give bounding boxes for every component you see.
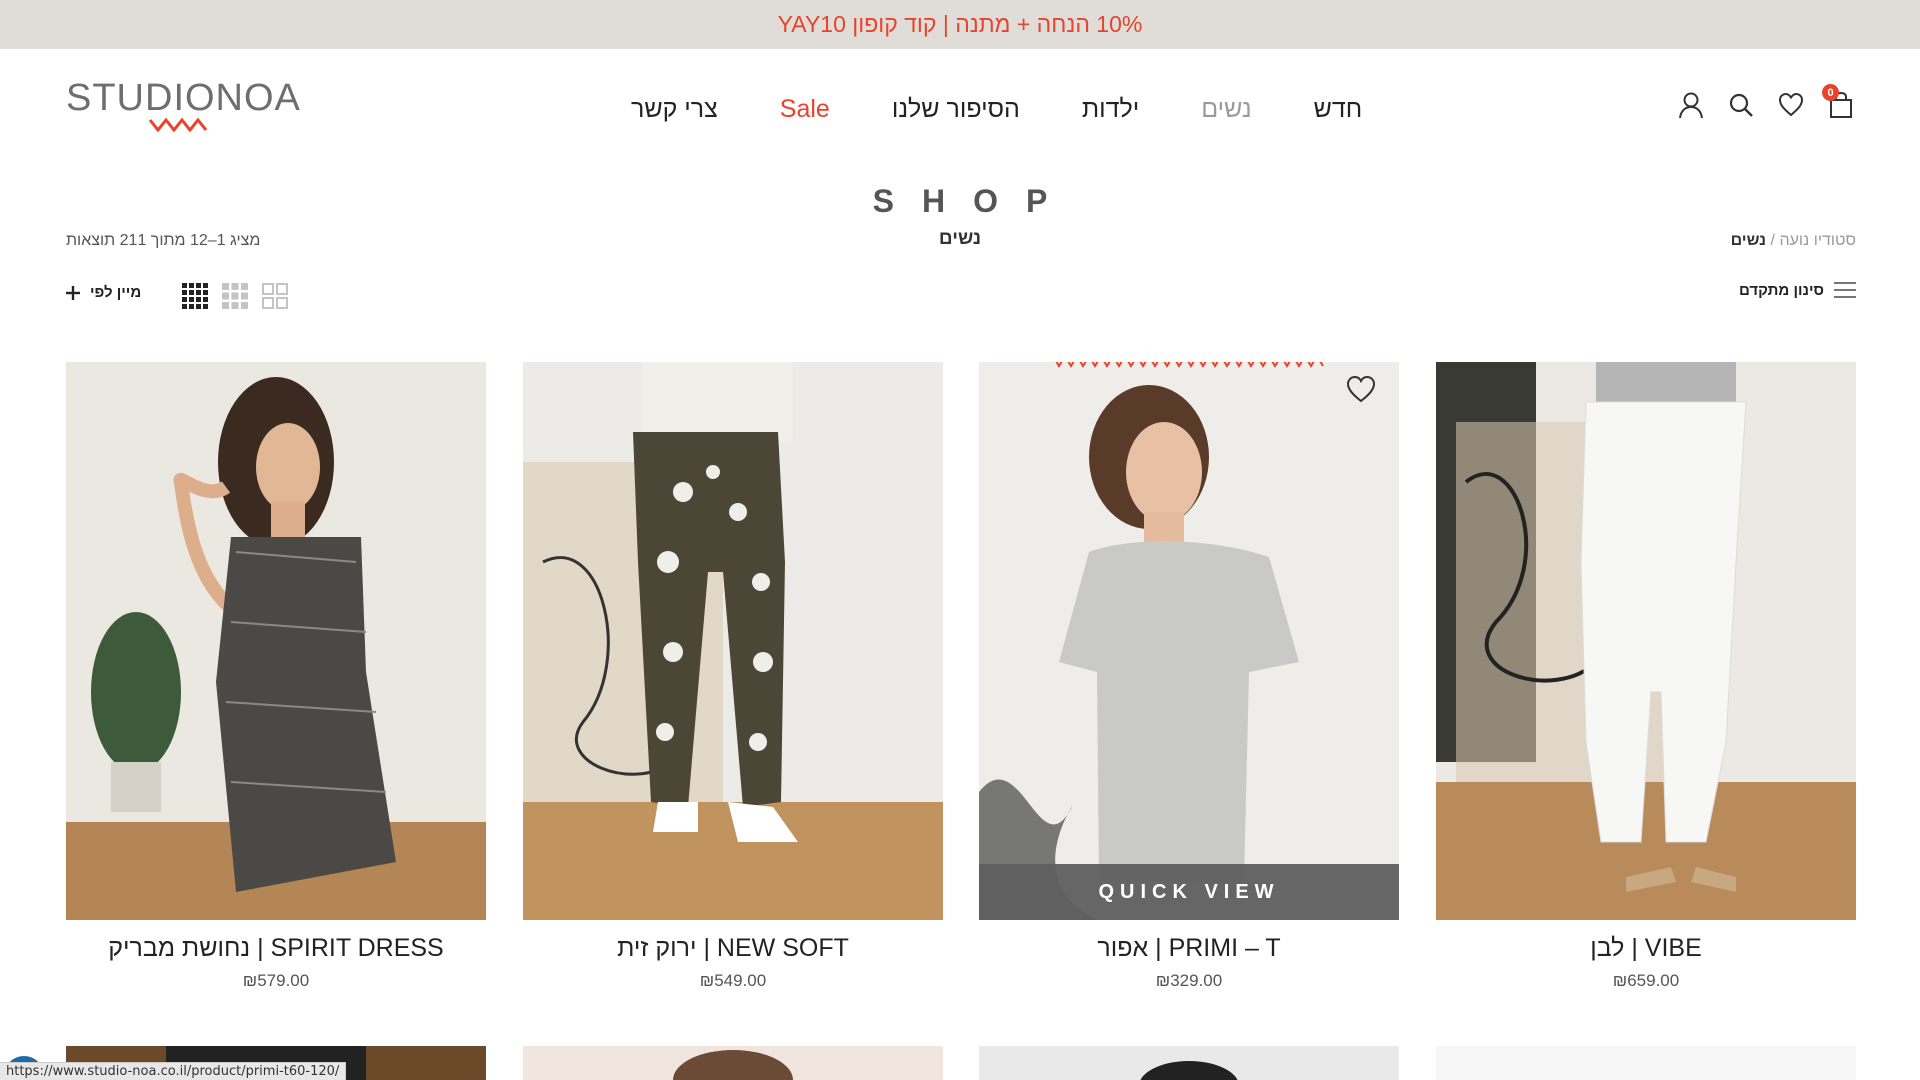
filter-label: סינון מתקדם	[1739, 281, 1824, 299]
product-image[interactable]: QUICK VIEW	[979, 362, 1399, 920]
breadcrumb: סטודיו נועה / נשים	[1731, 232, 1856, 250]
nav-item-girls[interactable]: ילדות	[1051, 89, 1170, 129]
breadcrumb-separator: /	[1770, 232, 1775, 249]
filter-menu-icon	[1834, 282, 1856, 298]
promo-bar: 10% הנחה + מתנה | קוד קופון YAY10	[0, 0, 1920, 49]
product-card-partial[interactable]	[1436, 1046, 1856, 1080]
nav-item-sale[interactable]: Sale	[749, 89, 861, 129]
logo-text: STUDIONOA	[66, 77, 301, 119]
product-name[interactable]: SPIRIT DRESS | נחושת מבריק	[66, 934, 486, 963]
product-card-partial[interactable]	[979, 1046, 1399, 1080]
nav-item-contact[interactable]: צרי קשר	[600, 89, 749, 129]
browser-status-bar: https://www.studio-noa.co.il/product/pri…	[0, 1062, 347, 1080]
nav-item-new[interactable]: חדש	[1283, 89, 1394, 129]
logo-wave-icon	[148, 117, 208, 133]
grid-switcher	[182, 283, 288, 309]
product-grid: VIBE | לבן ₪659.00 QUICK VIEW PRIMI – T …	[66, 362, 1856, 1022]
product-image[interactable]	[523, 362, 943, 920]
grid-3-icon[interactable]	[222, 283, 248, 309]
product-card[interactable]: QUICK VIEW PRIMI – T | אפור ₪329.00	[979, 362, 1399, 991]
add-to-wishlist-icon[interactable]	[1345, 374, 1377, 404]
main-nav: חדש נשים ילדות הסיפור שלנו Sale צרי קשר	[600, 89, 1393, 129]
grid-2-icon[interactable]	[262, 283, 288, 309]
shopping-bag-icon[interactable]: 0	[1822, 84, 1854, 119]
product-name[interactable]: VIBE | לבן	[1436, 934, 1856, 963]
product-card[interactable]: NEW SOFT | ירוק זית ₪549.00	[523, 362, 943, 991]
user-icon[interactable]	[1678, 91, 1704, 119]
product-name[interactable]: PRIMI – T | אפור	[979, 934, 1399, 963]
search-icon[interactable]	[1728, 91, 1754, 119]
product-name[interactable]: NEW SOFT | ירוק זית	[523, 934, 943, 963]
heart-icon[interactable]	[1778, 91, 1804, 119]
promo-text: 10% הנחה + מתנה | קוד קופון YAY10	[777, 11, 1143, 37]
page-title: SHOP	[872, 183, 1076, 219]
nav-item-women[interactable]: נשים	[1170, 89, 1282, 129]
product-price: ₪549.00	[699, 971, 767, 990]
grid-4-icon[interactable]	[182, 283, 208, 309]
product-card-partial[interactable]	[523, 1046, 943, 1080]
page-subtitle: נשים	[938, 228, 982, 249]
plus-icon	[66, 285, 80, 300]
product-image[interactable]	[66, 362, 486, 920]
advanced-filter-button[interactable]: סינון מתקדם	[1739, 281, 1856, 299]
product-image[interactable]	[1436, 362, 1856, 920]
header-icons: 0	[1678, 84, 1854, 119]
site-logo[interactable]: STUDIONOA	[66, 77, 301, 135]
product-card[interactable]: SPIRIT DRESS | נחושת מבריק ₪579.00	[66, 362, 486, 991]
sort-by-dropdown[interactable]: מיין לפי	[66, 284, 141, 301]
breadcrumb-current: נשים	[1730, 232, 1767, 249]
cart-count-badge: 0	[1822, 84, 1839, 101]
breadcrumb-home[interactable]: סטודיו נועה	[1779, 232, 1856, 249]
product-price: ₪659.00	[1612, 971, 1680, 990]
sort-label: מיין לפי	[90, 284, 142, 301]
product-card[interactable]: VIBE | לבן ₪659.00	[1436, 362, 1856, 991]
site-header: STUDIONOA חדש נשים ילדות הסיפור שלנו Sal…	[0, 49, 1920, 169]
result-count: מציג 1–12 מתוך 211 תוצאות	[66, 232, 261, 249]
product-price: ₪579.00	[242, 971, 310, 990]
quick-view-button[interactable]: QUICK VIEW	[979, 864, 1399, 920]
zigzag-decoration-icon	[1055, 362, 1324, 368]
nav-item-our-story[interactable]: הסיפור שלנו	[861, 89, 1051, 129]
product-price: ₪329.00	[1155, 971, 1223, 990]
